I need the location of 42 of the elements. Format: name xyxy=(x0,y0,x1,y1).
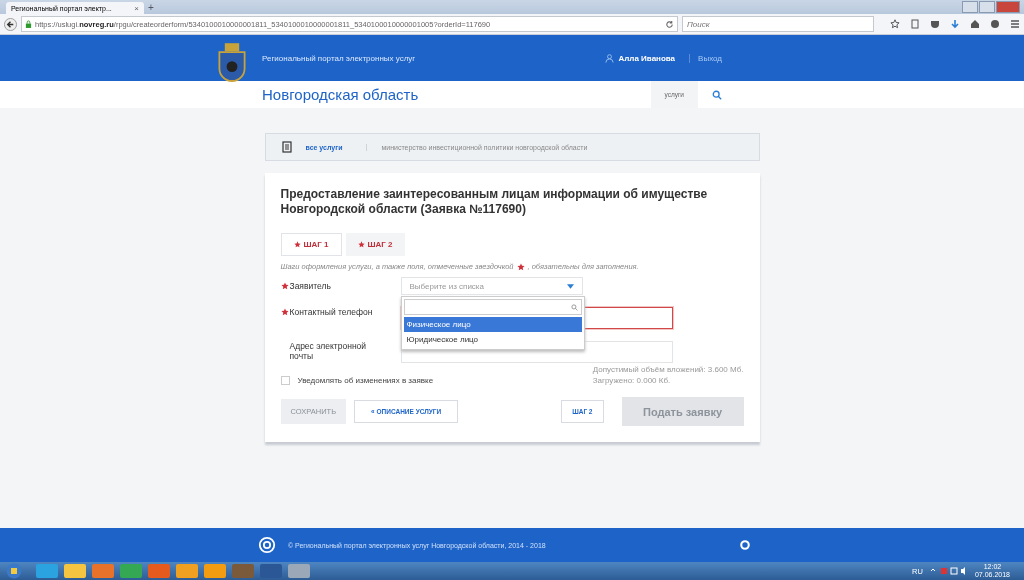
close-tab-button[interactable]: × xyxy=(134,3,139,13)
required-star-icon xyxy=(293,241,301,248)
logo-icon xyxy=(258,536,276,554)
dropdown-option[interactable]: Физическое лицо xyxy=(403,317,582,332)
user-link[interactable]: Алла Иванова xyxy=(618,53,676,63)
lock-icon xyxy=(25,20,32,28)
caret-icon xyxy=(566,283,574,289)
notify-label: Уведомлять об изменениях в заявке xyxy=(297,375,434,385)
required-star-icon xyxy=(516,262,525,271)
step-tab[interactable]: ШАГ 1 xyxy=(280,233,342,256)
menu-icon[interactable] xyxy=(1010,19,1020,29)
step-tab[interactable]: ШАГ 2 xyxy=(345,233,405,256)
logout-link[interactable]: Выход xyxy=(689,53,722,63)
required-star-icon xyxy=(357,241,365,248)
start-button-icon[interactable] xyxy=(6,563,22,579)
browser-search-field[interactable]: Поиск xyxy=(682,16,874,32)
reload-icon[interactable] xyxy=(665,19,674,29)
home-icon[interactable] xyxy=(970,19,980,29)
region-title: Новгородская область xyxy=(262,86,419,103)
applicant-select[interactable]: Выберите из списка xyxy=(400,277,583,295)
search-icon xyxy=(570,303,578,311)
attachment-info: Допустимый объём вложений: 3.600 Мб. xyxy=(592,365,744,374)
field-label: Заявитель xyxy=(289,281,332,291)
star-icon[interactable] xyxy=(890,19,900,29)
dropdown-option[interactable]: Юридическое лицо xyxy=(403,332,582,347)
dropdown-search-field[interactable] xyxy=(403,299,582,315)
field-label: Контактный телефон xyxy=(289,307,374,317)
required-star-icon xyxy=(280,282,289,290)
search-icon[interactable] xyxy=(712,89,722,100)
user-icon xyxy=(605,53,615,63)
required-star-icon xyxy=(280,308,289,316)
portal-name: Региональный портал электронных услуг xyxy=(262,53,416,63)
form-title: Предоставление заинтересованным лицам информации об имуществе Новгородской области (Заявка №117690) xyxy=(280,187,709,217)
window-controls-icon[interactable] xyxy=(962,1,1020,13)
back-arrow-icon[interactable] xyxy=(4,17,17,31)
lifebuoy-icon[interactable] xyxy=(740,540,750,550)
download-icon[interactable] xyxy=(950,19,960,29)
document-icon xyxy=(281,141,292,153)
notify-checkbox[interactable] xyxy=(280,375,290,385)
new-tab-button[interactable]: + xyxy=(148,2,154,14)
attachment-info: Загружено: 0.000 Кб. xyxy=(592,376,672,385)
field-label: Адрес электронной почты xyxy=(288,341,368,361)
